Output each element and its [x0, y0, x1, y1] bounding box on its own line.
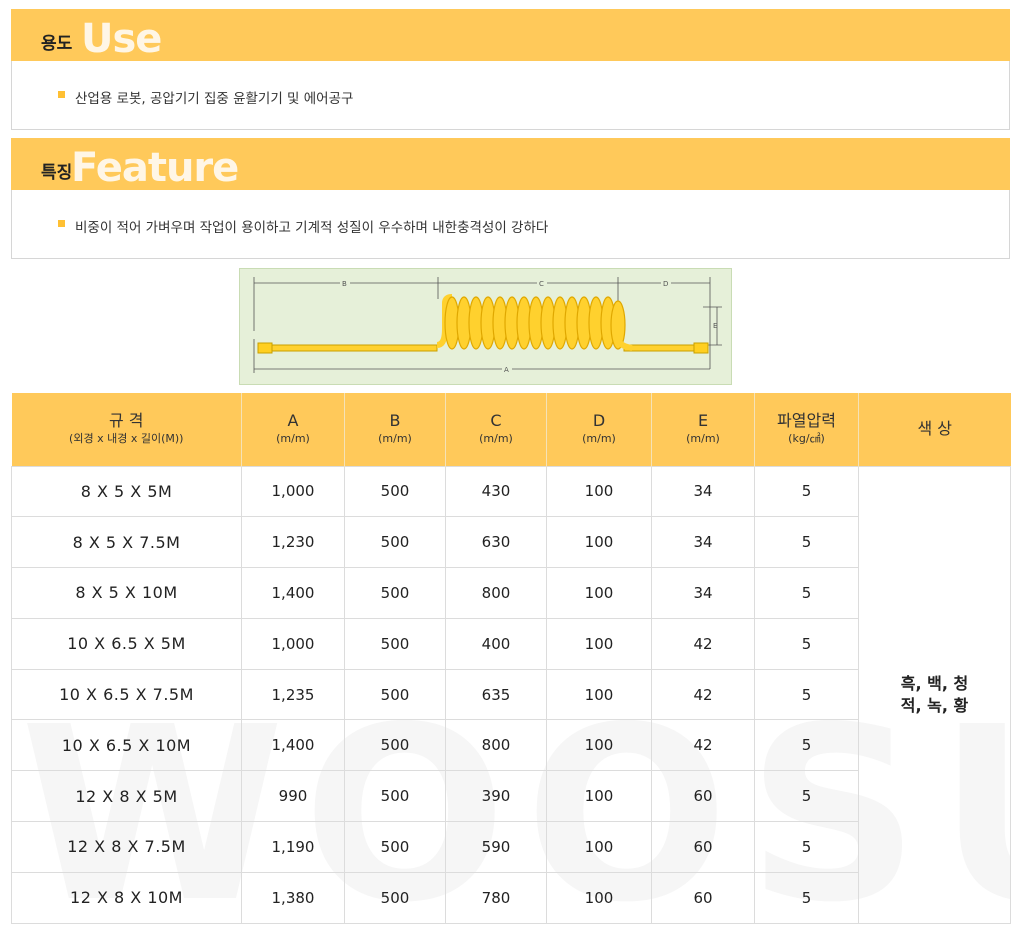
cell-e: 42 — [651, 719, 755, 772]
cell-spec: 10 X 6.5 X 7.5M — [11, 669, 242, 721]
header-burst-pressure: 파열압력 (kg/㎠) — [754, 393, 859, 466]
cell-e: 34 — [651, 567, 755, 619]
cell-e: 60 — [651, 821, 755, 873]
cell-pressure: 5 — [754, 821, 859, 873]
cell-a: 1,230 — [241, 516, 345, 569]
cell-d: 100 — [546, 872, 652, 924]
cell-c: 780 — [445, 872, 547, 924]
header-spec: 규 격 (외경 x 내경 x 길이(M)) — [11, 393, 242, 466]
cell-d: 100 — [546, 618, 652, 670]
cell-b: 500 — [344, 567, 446, 619]
table-wrapper: 규 격 (외경 x 내경 x 길이(M)) A (m/m) B (m/m) C (m/m… — [0, 0, 1023, 933]
header-e: E (m/m) — [651, 393, 755, 466]
cell-d: 100 — [546, 516, 652, 569]
cell-a: 1,000 — [241, 618, 345, 670]
cell-c: 800 — [445, 567, 547, 619]
header-d: D (m/m) — [546, 393, 652, 466]
cell-spec: 12 X 8 X 7.5M — [11, 821, 242, 873]
cell-pressure: 5 — [754, 719, 859, 772]
cell-c: 400 — [445, 618, 547, 670]
cell-b: 500 — [344, 821, 446, 873]
color-line-2: 적, 녹, 황 — [900, 695, 969, 715]
header-c: C (m/m) — [445, 393, 547, 466]
cell-b: 500 — [344, 770, 446, 823]
cell-b: 500 — [344, 872, 446, 924]
cell-c: 630 — [445, 516, 547, 569]
cell-spec: 12 X 8 X 10M — [11, 872, 242, 924]
cell-spec: 10 X 6.5 X 10M — [11, 719, 242, 772]
cell-a: 1,400 — [241, 719, 345, 772]
cell-e: 60 — [651, 770, 755, 823]
use-title-ko: 용도 — [41, 34, 73, 54]
cell-b: 500 — [344, 618, 446, 670]
cell-spec: 8 X 5 X 5M — [11, 465, 242, 518]
cell-e: 34 — [651, 516, 755, 569]
cell-a: 1,235 — [241, 669, 345, 721]
cell-b: 500 — [344, 465, 446, 518]
cell-c: 590 — [445, 821, 547, 873]
cell-e: 42 — [651, 669, 755, 721]
cell-e: 42 — [651, 618, 755, 670]
cell-d: 100 — [546, 719, 652, 772]
cell-pressure: 5 — [754, 669, 859, 721]
cell-spec: 8 X 5 X 10M — [11, 567, 242, 619]
header-color: 색 상 — [858, 393, 1011, 466]
header-b: B (m/m) — [344, 393, 446, 466]
cell-pressure: 5 — [754, 618, 859, 670]
cell-a: 1,380 — [241, 872, 345, 924]
cell-d: 100 — [546, 465, 652, 518]
spec-table: 규 격 (외경 x 내경 x 길이(M)) A (m/m) B (m/m) C (m/m… — [11, 393, 1011, 924]
cell-colors: 흑, 백, 청 적, 녹, 황 — [858, 465, 1011, 924]
cell-a: 1,400 — [241, 567, 345, 619]
cell-a: 1,190 — [241, 821, 345, 873]
cell-pressure: 5 — [754, 516, 859, 569]
cell-pressure: 5 — [754, 465, 859, 518]
table-header-row: 규 격 (외경 x 내경 x 길이(M)) A (m/m) B (m/m) C (m/m… — [11, 393, 1011, 466]
table-row: 8 X 5 X 5M 1,000 500 430 100 34 5 흑, 백, … — [11, 465, 1011, 924]
cell-b: 500 — [344, 719, 446, 772]
header-a: A (m/m) — [241, 393, 345, 466]
cell-d: 100 — [546, 669, 652, 721]
cell-c: 800 — [445, 719, 547, 772]
cell-a: 990 — [241, 770, 345, 823]
cell-d: 100 — [546, 770, 652, 823]
cell-c: 430 — [445, 465, 547, 518]
cell-d: 100 — [546, 567, 652, 619]
cell-b: 500 — [344, 669, 446, 721]
cell-e: 60 — [651, 872, 755, 924]
cell-spec: 12 X 8 X 5M — [11, 770, 242, 823]
cell-b: 500 — [344, 516, 446, 569]
cell-d: 100 — [546, 821, 652, 873]
color-line-1: 흑, 백, 청 — [900, 673, 969, 693]
cell-spec: 8 X 5 X 7.5M — [11, 516, 242, 569]
cell-pressure: 5 — [754, 872, 859, 924]
cell-c: 390 — [445, 770, 547, 823]
feature-title-ko: 특징 — [41, 163, 73, 183]
cell-spec: 10 X 6.5 X 5M — [11, 618, 242, 670]
cell-e: 34 — [651, 465, 755, 518]
cell-c: 635 — [445, 669, 547, 721]
cell-a: 1,000 — [241, 465, 345, 518]
cell-pressure: 5 — [754, 770, 859, 823]
cell-pressure: 5 — [754, 567, 859, 619]
